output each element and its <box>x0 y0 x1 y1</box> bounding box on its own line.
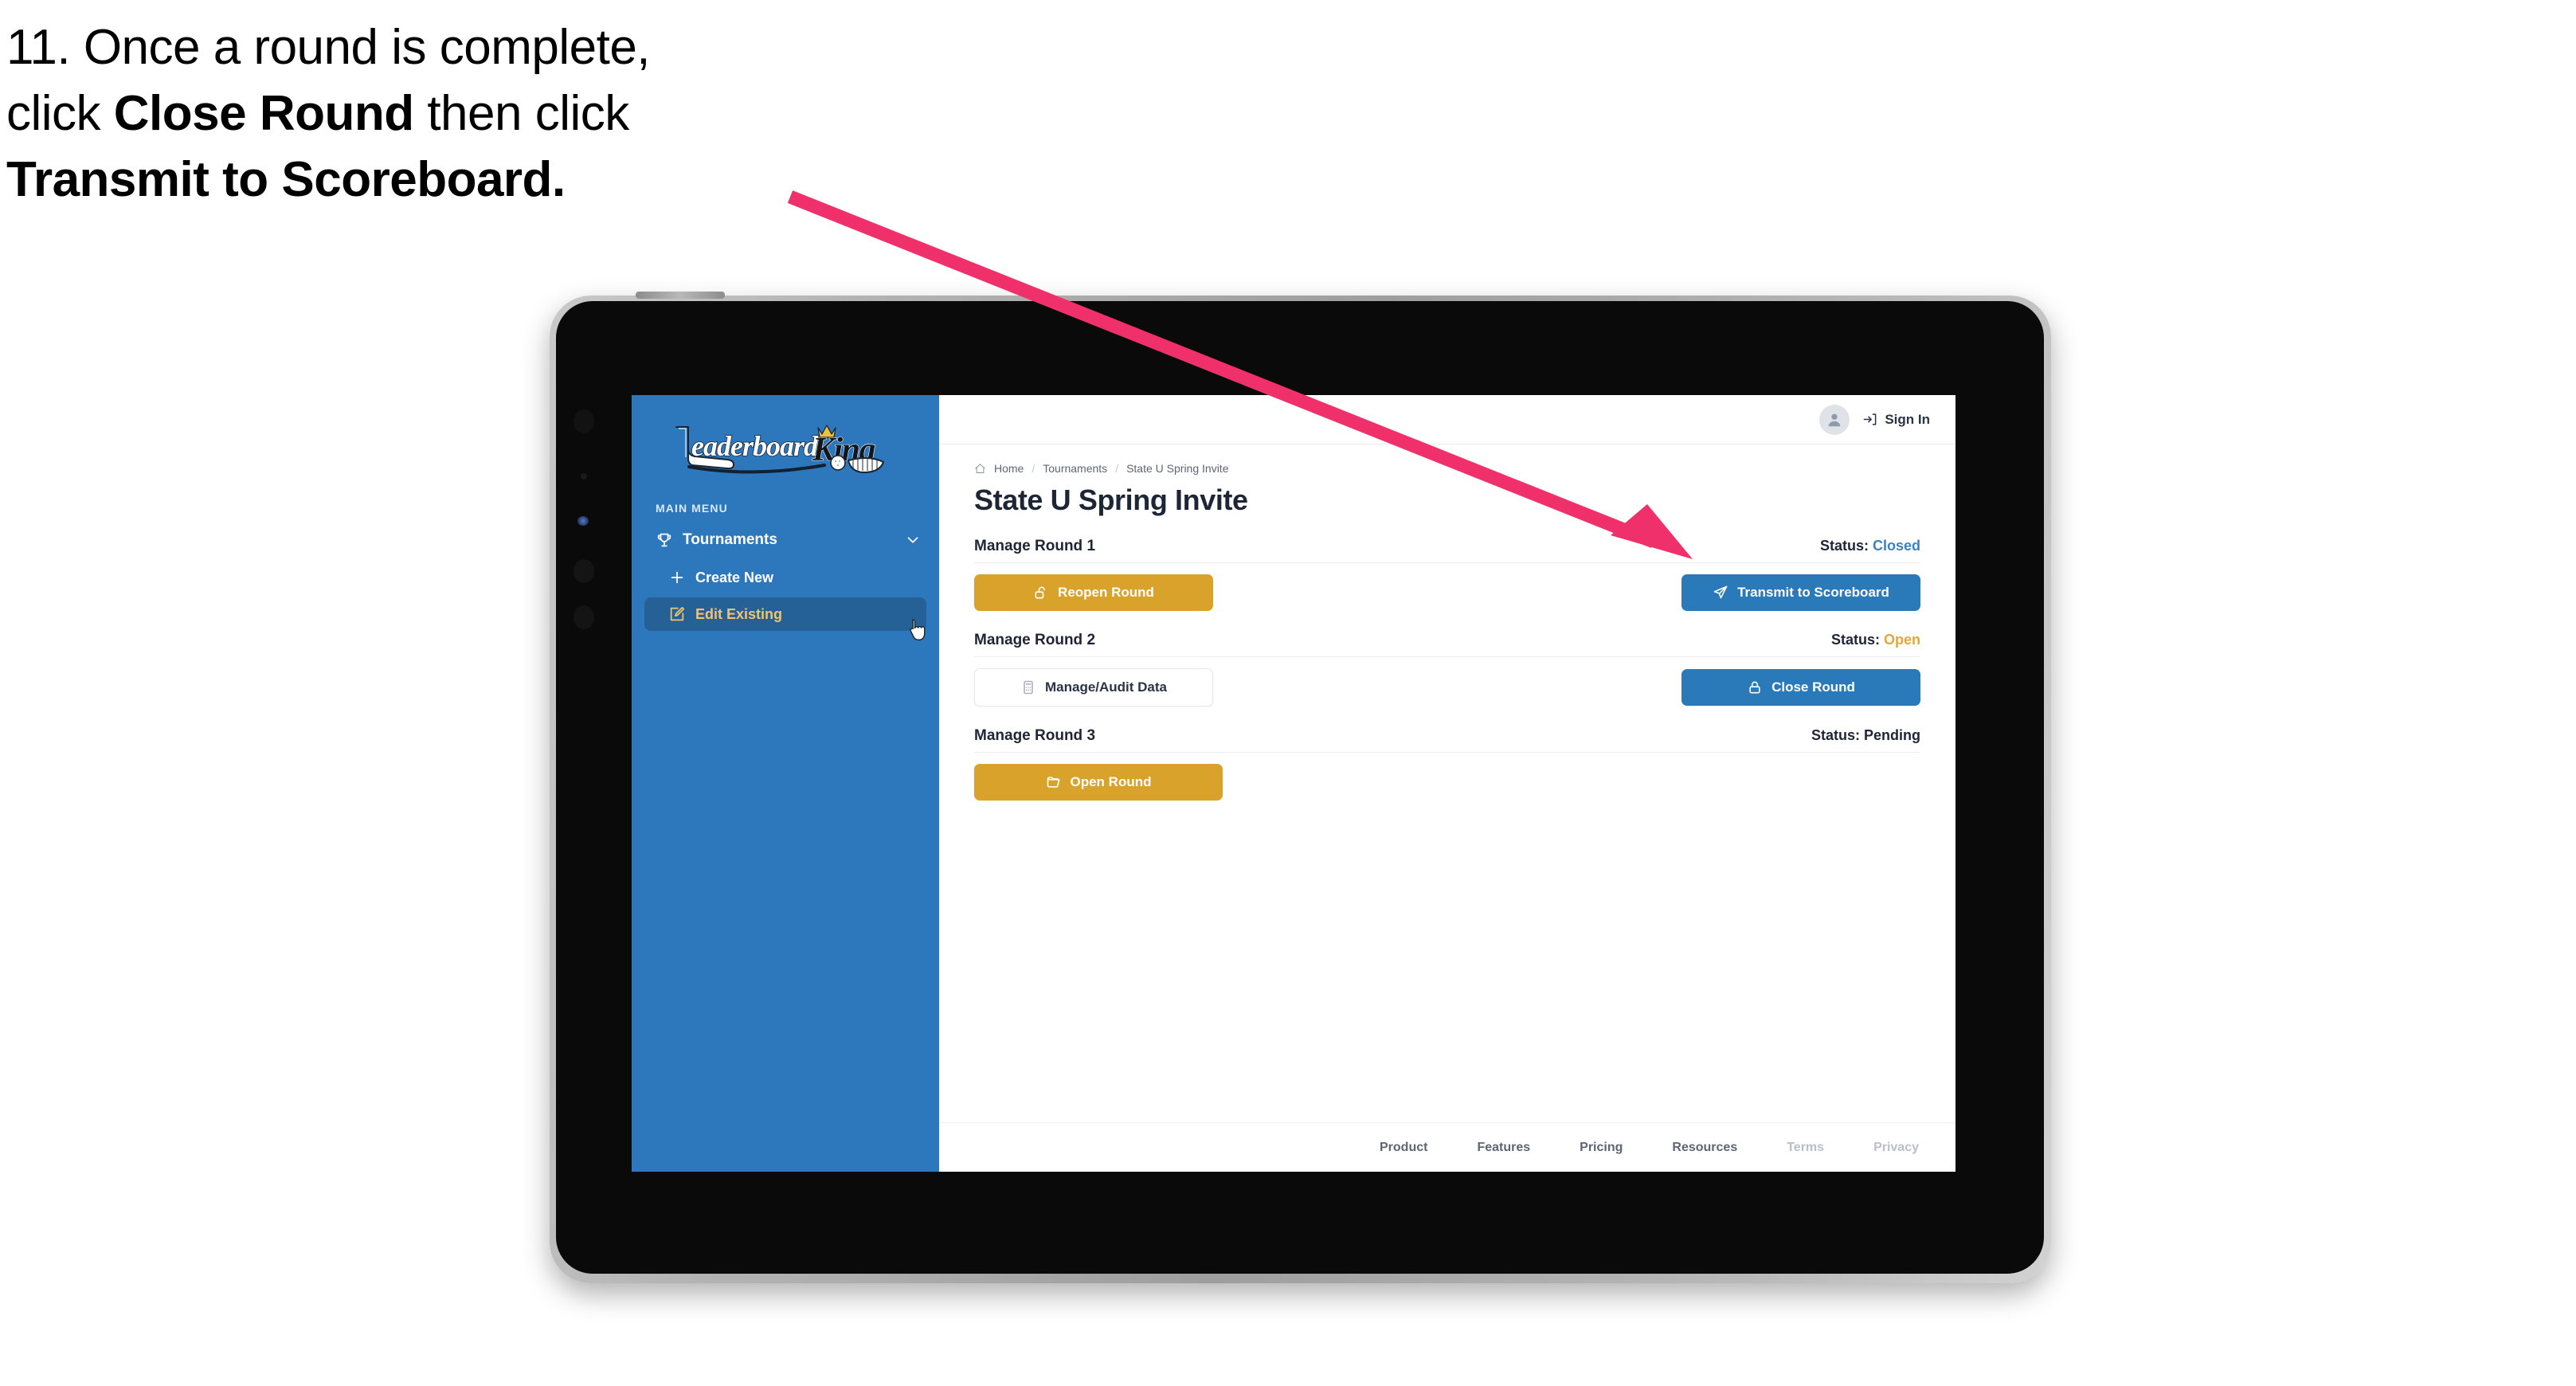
transmit-to-scoreboard-button[interactable]: Transmit to Scoreboard <box>1681 574 1920 611</box>
caption-line-1: 11. Once a round is complete, <box>6 20 651 75</box>
round-block-2: Manage Round 2 Status: Open Manage/Audit… <box>974 632 1920 707</box>
round-actions-2: Manage/Audit Data Close Round <box>974 668 1920 707</box>
svg-text:eaderboard: eaderboard <box>691 430 819 462</box>
tablet-edge-buttons <box>636 292 725 299</box>
round-actions-1: Reopen Round Transmit to Scoreboard <box>974 574 1920 611</box>
breadcrumb-separator-1: / <box>1032 462 1035 475</box>
breadcrumb: Home / Tournaments / State U Spring Invi… <box>974 462 1920 475</box>
sidebar-item-tournaments[interactable]: Tournaments <box>632 523 939 558</box>
round-header-1: Manage Round 1 Status: Closed <box>974 538 1920 563</box>
footer-link-privacy[interactable]: Privacy <box>1873 1141 1919 1155</box>
caption-line-2-pre: click <box>6 86 114 142</box>
round-title-3: Manage Round 3 <box>974 727 1096 744</box>
caption-line-2-post: then click <box>413 86 629 142</box>
footer-link-pricing[interactable]: Pricing <box>1580 1141 1623 1155</box>
user-avatar-icon <box>1828 413 1841 426</box>
breadcrumb-separator-2: / <box>1115 462 1119 475</box>
close-round-button[interactable]: Close Round <box>1681 669 1920 706</box>
camera-icon <box>574 409 594 433</box>
instruction-caption: 11. Once a round is complete, click Clos… <box>6 14 851 213</box>
reopen-round-button[interactable]: Reopen Round <box>974 574 1213 611</box>
footer-link-resources[interactable]: Resources <box>1672 1141 1737 1155</box>
mouse-cursor-pointer-icon <box>910 619 926 640</box>
manage-audit-data-label: Manage/Audit Data <box>1044 679 1168 695</box>
leaderboard-king-logo-icon: eaderboard King <box>675 425 885 474</box>
breadcrumb-item-tournaments[interactable]: Tournaments <box>1043 462 1107 475</box>
sign-in-label: Sign In <box>1885 411 1930 427</box>
round-header-3: Manage Round 3 Status: Pending <box>974 727 1920 753</box>
top-bar: Sign In <box>939 395 1955 444</box>
main-content: Sign In Home / Tournaments / State U Spr… <box>939 395 1955 1172</box>
trophy-icon <box>656 531 673 549</box>
sidebar-item-label-tournaments: Tournaments <box>683 531 777 548</box>
sidebar-item-create-new[interactable]: Create New <box>644 561 926 594</box>
open-round-label: Open Round <box>1070 774 1152 789</box>
open-round-button[interactable]: Open Round <box>974 764 1223 801</box>
footer-link-features[interactable]: Features <box>1477 1141 1530 1155</box>
sidebar: eaderboard King MAIN MENU Tournaments Cr… <box>632 395 939 1172</box>
breadcrumb-item-current: State U Spring Invite <box>1126 462 1229 475</box>
round-actions-3: Open Round <box>974 764 1920 801</box>
chevron-down-icon[interactable] <box>904 531 922 549</box>
footer: Product Features Pricing Resources Terms… <box>939 1122 1955 1172</box>
status-value-3: Pending <box>1864 727 1920 743</box>
sign-in-button[interactable]: Sign In <box>1862 412 1930 428</box>
unlock-icon <box>1035 586 1046 599</box>
send-icon <box>1713 585 1728 599</box>
transmit-to-scoreboard-label: Transmit to Scoreboard <box>1737 585 1889 600</box>
breadcrumb-item-home[interactable]: Home <box>994 462 1024 475</box>
status-badge-3: Status: Pending <box>1811 727 1920 744</box>
round-block-1: Manage Round 1 Status: Closed Reopen Rou… <box>974 538 1920 611</box>
caption-line-2-bold: Close Round <box>113 86 414 142</box>
tablet-screen: eaderboard King MAIN MENU Tournaments Cr… <box>632 395 1955 1172</box>
reopen-round-label: Reopen Round <box>1058 585 1154 600</box>
caption-line-3: Transmit to Scoreboard. <box>6 152 566 208</box>
sidebar-item-label-edit-existing: Edit Existing <box>695 605 783 622</box>
round-block-3: Manage Round 3 Status: Pending Open Roun… <box>974 727 1920 801</box>
status-led-icon <box>577 516 589 526</box>
page-content: Home / Tournaments / State U Spring Invi… <box>939 444 1955 1122</box>
sidebar-section-label: MAIN MENU <box>656 502 728 515</box>
round-title-1: Manage Round 1 <box>974 538 1096 554</box>
sign-in-icon <box>1863 413 1877 425</box>
manage-audit-data-button[interactable]: Manage/Audit Data <box>974 668 1213 707</box>
folder-open-icon <box>1047 777 1059 788</box>
sidebar-item-label-create-new: Create New <box>695 569 774 585</box>
close-round-label: Close Round <box>1771 679 1855 695</box>
microphone-icon <box>581 473 587 480</box>
home-icon <box>974 463 986 475</box>
speaker-icon-bottom <box>574 605 594 629</box>
status-value-2: Open <box>1883 632 1920 648</box>
status-label-1: Status: <box>1819 538 1869 554</box>
status-badge-1: Status: Closed <box>1820 538 1920 554</box>
footer-link-terms[interactable]: Terms <box>1787 1141 1824 1155</box>
round-header-2: Manage Round 2 Status: Open <box>974 632 1920 657</box>
round-title-2: Manage Round 2 <box>974 632 1096 648</box>
speaker-icon-top <box>574 559 594 583</box>
lock-icon <box>1749 681 1760 694</box>
page-title: State U Spring Invite <box>974 484 1248 516</box>
avatar[interactable] <box>1819 404 1850 435</box>
app-logo[interactable]: eaderboard King <box>632 409 939 484</box>
status-label-2: Status: <box>1830 632 1880 648</box>
edit-square-icon <box>668 605 686 623</box>
calculator-icon <box>1024 680 1033 695</box>
sidebar-item-edit-existing[interactable]: Edit Existing <box>644 597 926 631</box>
footer-link-product[interactable]: Product <box>1380 1141 1427 1155</box>
status-label-3: Status: <box>1811 727 1860 743</box>
status-badge-2: Status: Open <box>1831 632 1920 648</box>
caption-line-2: click Close Round then click <box>6 80 851 147</box>
plus-icon <box>668 569 686 586</box>
status-value-1: Closed <box>1872 538 1920 554</box>
